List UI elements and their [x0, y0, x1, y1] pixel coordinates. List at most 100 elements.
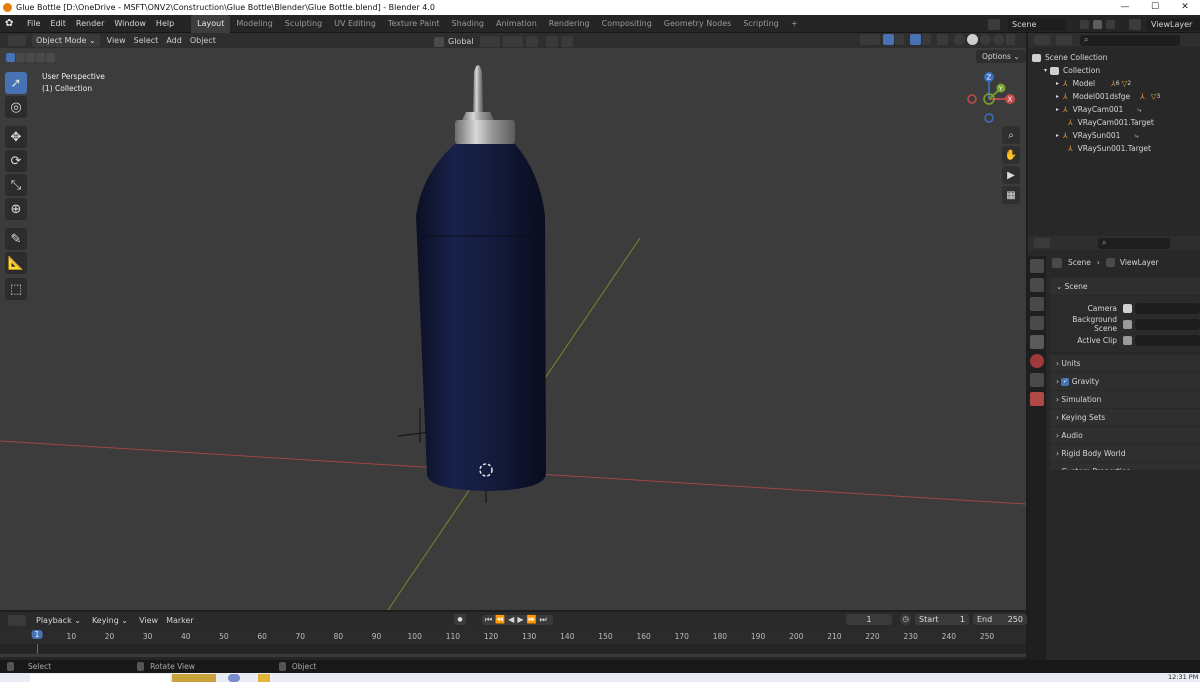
outliner-item-vraycam001-target[interactable]: ⅄ VRayCam001.Target [1028, 116, 1200, 129]
menu-timeline-view[interactable]: View [135, 613, 162, 628]
view-layer-tab-icon[interactable] [1030, 316, 1044, 330]
menu-view[interactable]: View [103, 33, 130, 48]
tab-modeling[interactable]: Modeling [230, 15, 278, 33]
expand-chevron-icon[interactable]: ▸ [1056, 77, 1059, 90]
new-scene-icon[interactable] [1093, 19, 1102, 29]
menu-keying[interactable]: Keying ⌄ [88, 614, 132, 627]
menu-add[interactable]: Add [162, 33, 186, 48]
panel-scene-header[interactable]: ⌄ Scene [1050, 278, 1200, 295]
menu-select[interactable]: Select [130, 33, 163, 48]
select-box-tool-icon[interactable]: ➚ [5, 72, 27, 94]
panel-keying-sets[interactable]: › Keying Sets [1050, 409, 1200, 426]
pivot-icon[interactable] [479, 36, 500, 47]
scene-selector[interactable]: Scene ViewLayer [988, 17, 1200, 31]
jump-end-icon[interactable]: ⏭ [539, 615, 549, 624]
camera-field[interactable] [1135, 302, 1200, 314]
options-dropdown[interactable]: Options ⌄ [976, 50, 1026, 63]
collapse-chevron-icon[interactable]: ▾ [1044, 64, 1047, 77]
next-key-icon[interactable]: ⏩ [526, 615, 539, 624]
outliner-item-model001dsfge[interactable]: ▸ ⅄ Model001dsfge ⅄ ▽ 3 [1028, 90, 1200, 103]
menu-playback[interactable]: Playback ⌄ [32, 614, 85, 627]
jump-start-icon[interactable]: ⏮ [485, 615, 495, 624]
overlays-toggle-icon[interactable] [910, 34, 921, 45]
solid-shading-icon[interactable] [967, 34, 978, 45]
taskbar-search-input[interactable] [30, 674, 170, 682]
select-mode-intersect-icon[interactable] [46, 53, 55, 62]
xray-icon[interactable] [937, 34, 948, 45]
taskbar-widget-icon[interactable] [172, 674, 216, 682]
taskbar-folder-icon[interactable] [258, 674, 270, 682]
clock-icon[interactable]: ◷ [900, 614, 911, 625]
background-scene-field[interactable] [1135, 318, 1200, 330]
panel-simulation[interactable]: › Simulation [1050, 391, 1200, 408]
perspective-grid-icon[interactable]: ▦ [1002, 186, 1020, 204]
panel-units[interactable]: › Units [1050, 355, 1200, 372]
collection-tab-icon[interactable] [1030, 373, 1044, 387]
outliner-item-vraysun001-target[interactable]: ⅄ VRaySun001.Target [1028, 142, 1200, 155]
pin-icon[interactable] [1080, 19, 1089, 29]
scene-name-field[interactable]: Scene [1008, 17, 1066, 31]
expand-chevron-icon[interactable]: ▸ [1056, 103, 1059, 116]
move-tool-icon[interactable]: ✥ [5, 126, 27, 148]
add-workspace-button[interactable]: + [785, 15, 804, 33]
transform-orientation[interactable]: Global [434, 34, 573, 49]
output-tab-icon[interactable] [1030, 297, 1044, 311]
tab-compositing[interactable]: Compositing [596, 15, 658, 33]
tab-scripting[interactable]: Scripting [737, 15, 785, 33]
overlays-dropdown-icon[interactable] [922, 34, 931, 45]
select-mode-subtract-icon[interactable] [26, 53, 35, 62]
gravity-checkbox[interactable]: ✓ [1061, 378, 1070, 386]
minimize-icon[interactable]: — [1110, 0, 1140, 15]
outliner-scene-collection[interactable]: Scene Collection [1028, 51, 1200, 64]
tab-shading[interactable]: Shading [445, 15, 490, 33]
pan-hand-icon[interactable]: ✋ [1002, 146, 1020, 164]
proportional-edit-icon[interactable] [545, 36, 558, 47]
annotate-tool-icon[interactable]: ✎ [5, 228, 27, 250]
3d-viewport[interactable]: User Perspective (1) Collection Options … [0, 48, 1026, 610]
texture-tab-icon[interactable] [1030, 392, 1044, 406]
measure-tool-icon[interactable]: 📐 [5, 252, 27, 274]
world-tab-icon[interactable] [1030, 354, 1044, 368]
menu-window[interactable]: Window [109, 15, 151, 33]
snap-target-icon[interactable] [525, 36, 538, 47]
tool-tab-icon[interactable] [1030, 259, 1044, 273]
panel-gravity[interactable]: › ✓ Gravity [1050, 373, 1200, 390]
view-layer-field[interactable]: ViewLayer [1147, 17, 1200, 31]
timeline[interactable]: 1 10 20 30 40 50 60 70 80 90 100 110 120 130 140 150 160… [0, 628, 1026, 660]
panel-rigid-body-world[interactable]: › Rigid Body World [1050, 445, 1200, 462]
add-cube-tool-icon[interactable]: ⬚ [5, 278, 27, 300]
maximize-icon[interactable]: ☐ [1140, 0, 1170, 15]
prev-key-icon[interactable]: ⏪ [495, 615, 508, 624]
display-mode-icon[interactable] [1056, 35, 1072, 45]
select-mode-extend-icon[interactable] [16, 53, 25, 62]
outliner-item-vraycam001[interactable]: ▸ ⅄ VRayCam001 ⤷ [1028, 103, 1200, 116]
menu-render[interactable]: Render [71, 15, 109, 33]
tab-geometry-nodes[interactable]: Geometry Nodes [658, 15, 737, 33]
expand-chevron-icon[interactable]: ▸ [1056, 129, 1059, 142]
select-mode-set-icon[interactable] [6, 53, 15, 62]
tab-sculpting[interactable]: Sculpting [279, 15, 328, 33]
start-frame-field[interactable]: Start 1 [915, 614, 969, 625]
outliner-collection[interactable]: ▾ Collection [1028, 64, 1200, 77]
falloff-icon[interactable] [560, 36, 573, 47]
menu-marker[interactable]: Marker [162, 613, 198, 628]
menu-file[interactable]: File [22, 15, 45, 33]
gizmo-dropdown-icon[interactable] [895, 34, 904, 45]
properties-editor-icon[interactable] [1034, 238, 1050, 248]
taskbar-app-icon[interactable] [228, 674, 240, 682]
scene-tab-icon[interactable] [1030, 335, 1044, 349]
active-clip-field[interactable] [1135, 334, 1200, 346]
outliner-editor-icon[interactable] [1034, 35, 1050, 45]
render-tab-icon[interactable] [1030, 278, 1044, 292]
expand-chevron-icon[interactable]: ▸ [1056, 90, 1059, 103]
zoom-icon[interactable]: ⌕ [1002, 126, 1020, 144]
record-icon[interactable]: ● [454, 614, 466, 625]
gizmo-toggle-icon[interactable] [883, 34, 894, 45]
transport-buttons[interactable]: ⏮⏪◀▶⏩⏭ [482, 614, 553, 625]
end-frame-field[interactable]: End 250 [973, 614, 1027, 625]
scale-tool-icon[interactable]: ⤡ [5, 174, 27, 196]
menu-object[interactable]: Object [186, 33, 220, 48]
current-frame-field[interactable]: 1 [846, 614, 892, 625]
close-icon[interactable]: ✕ [1170, 0, 1200, 15]
cursor-tool-icon[interactable]: ◎ [5, 96, 27, 118]
